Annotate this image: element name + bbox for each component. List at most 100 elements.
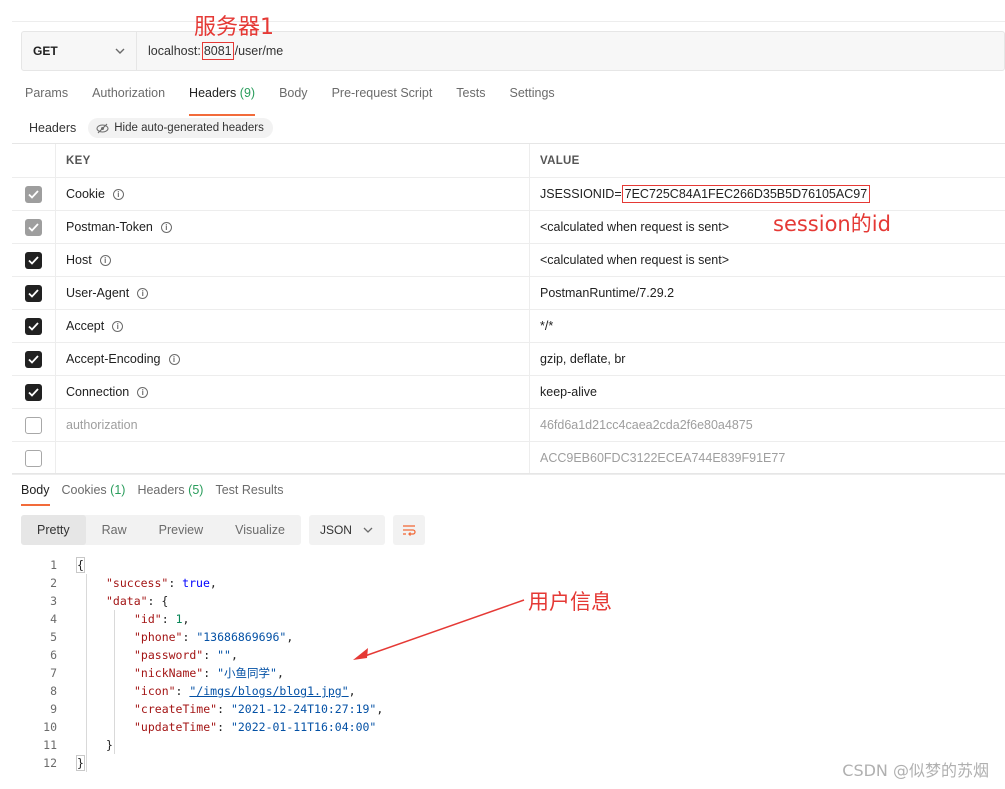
code-text: } [106, 738, 113, 752]
line-number: 6 [50, 648, 57, 662]
row-checkbox[interactable] [25, 383, 42, 401]
header-value[interactable]: <calculated when request is sent> [530, 211, 1005, 243]
tab-tests[interactable]: Tests [456, 86, 485, 108]
header-key[interactable]: Host i [56, 244, 530, 276]
info-icon[interactable]: i [99, 254, 111, 266]
code-text: "createTime": "2021-12-24T10:27:19", [134, 702, 384, 716]
resp-tab-test-results[interactable]: Test Results [215, 483, 283, 497]
view-pretty-button[interactable]: Pretty [21, 515, 86, 545]
response-toolbar: Pretty Raw Preview Visualize JSON [21, 515, 425, 545]
resp-tab-body[interactable]: Body [21, 483, 50, 506]
line-number: 9 [50, 702, 57, 716]
response-body-code[interactable]: 1{ 2 "success": true, 3 "data": { 4 "id": 1… [21, 556, 721, 772]
info-icon[interactable]: i [160, 221, 172, 233]
row-checkbox[interactable] [25, 350, 42, 368]
table-row: Accept-Encoding i gzip, deflate, br [12, 343, 1005, 376]
method-label: GET [33, 44, 58, 58]
tab-label: Body [21, 483, 50, 497]
value-text: */* [540, 319, 554, 333]
header-value[interactable]: PostmanRuntime/7.29.2 [530, 277, 1005, 309]
header-value[interactable]: */* [530, 310, 1005, 342]
tab-params[interactable]: Params [25, 86, 68, 108]
method-select[interactable]: GET [22, 32, 137, 70]
header-key[interactable] [56, 442, 530, 474]
url-port: 8081 [201, 42, 234, 60]
row-checkbox[interactable] [25, 185, 42, 203]
server-annotation: 服务器1 [194, 15, 274, 40]
value-text: <calculated when request is sent> [540, 220, 730, 234]
check-icon [28, 354, 39, 364]
value-text: ACC9EB60FDC3122ECEA744E839F91E77 [540, 451, 786, 465]
tab-settings[interactable]: Settings [509, 86, 554, 108]
info-icon[interactable]: i [112, 188, 124, 200]
headers-subheader: Headers Hide auto-generated headers [29, 118, 273, 138]
view-raw-button[interactable]: Raw [86, 515, 143, 545]
header-key[interactable]: Accept i [56, 310, 530, 342]
line-number: 1 [50, 558, 57, 572]
view-mode-segmented: Pretty Raw Preview Visualize [21, 515, 301, 545]
table-row: Accept i */* [12, 310, 1005, 343]
code-line: 12} [21, 754, 721, 772]
tab-count: (1) [110, 483, 126, 497]
header-value[interactable]: gzip, deflate, br [530, 343, 1005, 375]
view-preview-button[interactable]: Preview [143, 515, 219, 545]
format-label: JSON [319, 523, 352, 537]
key-text: Host [66, 253, 92, 267]
line-number: 7 [50, 666, 57, 680]
watermark: CSDN @似梦的苏烟 [842, 761, 989, 780]
header-key[interactable]: Postman-Token i [56, 211, 530, 243]
resp-tab-headers[interactable]: Headers (5) [137, 483, 203, 497]
key-text: Cookie [66, 187, 105, 201]
header-key[interactable]: Connection i [56, 376, 530, 408]
format-select[interactable]: JSON [308, 515, 385, 545]
header-key[interactable]: authorization [56, 409, 530, 441]
view-visualize-button[interactable]: Visualize [219, 515, 301, 545]
tab-label: Settings [509, 86, 555, 100]
header-key[interactable]: Accept-Encoding i [56, 343, 530, 375]
value-text: 46fd6a1d21cc4caea2cda2f6e80a4875 [540, 418, 753, 432]
info-icon[interactable]: i [137, 386, 149, 398]
response-tabs: Body Cookies (1) Headers (5) Test Result… [21, 483, 296, 506]
wrap-lines-button[interactable] [392, 515, 425, 545]
check-icon [28, 288, 39, 298]
key-column-header: KEY [56, 144, 530, 177]
info-icon[interactable]: i [137, 287, 149, 299]
info-icon[interactable]: i [168, 353, 180, 365]
check-icon [28, 387, 39, 397]
header-key[interactable]: Cookie i [56, 178, 530, 210]
line-number: 8 [50, 684, 57, 698]
url-host: localhost: [148, 44, 201, 58]
tab-authorization[interactable]: Authorization [92, 86, 165, 108]
header-value[interactable]: keep-alive [530, 376, 1005, 408]
header-value[interactable]: <calculated when request is sent> [530, 244, 1005, 276]
row-checkbox[interactable] [25, 251, 42, 269]
line-number: 4 [50, 612, 57, 626]
header-value[interactable]: JSESSIONID= 7EC725C84A1FEC266D35B5D76105A… [530, 178, 1005, 210]
code-line: 6 "password": "", [21, 646, 721, 664]
hide-auto-headers-button[interactable]: Hide auto-generated headers [88, 118, 273, 138]
header-key[interactable]: User-Agent i [56, 277, 530, 309]
row-checkbox[interactable] [25, 416, 42, 434]
value-text: keep-alive [540, 385, 597, 399]
row-checkbox[interactable] [25, 317, 42, 335]
code-line: 8 "icon": "/imgs/blogs/blog1.jpg", [21, 682, 721, 700]
resp-tab-cookies[interactable]: Cookies (1) [62, 483, 126, 497]
key-text: Accept-Encoding [66, 352, 161, 366]
info-icon[interactable]: i [112, 320, 124, 332]
line-number: 3 [50, 594, 57, 608]
tab-headers[interactable]: Headers (9) [189, 86, 256, 116]
tab-body[interactable]: Body [279, 86, 308, 108]
table-row: User-Agent i PostmanRuntime/7.29.2 [12, 277, 1005, 310]
table-row: Cookie i JSESSIONID= 7EC725C84A1FEC266D35B… [12, 178, 1005, 211]
code-text: "success": true, [106, 576, 217, 590]
header-value[interactable]: ACC9EB60FDC3122ECEA744E839F91E77 [530, 442, 1005, 474]
tab-label: Tests [456, 86, 486, 100]
url-path: /user/me [234, 44, 284, 58]
row-checkbox[interactable] [25, 284, 42, 302]
tab-pre-request-script[interactable]: Pre-request Script [332, 86, 433, 108]
row-checkbox[interactable] [25, 449, 42, 467]
line-number: 5 [50, 630, 57, 644]
row-checkbox[interactable] [25, 218, 42, 236]
line-number: 11 [43, 738, 57, 752]
header-value[interactable]: 46fd6a1d21cc4caea2cda2f6e80a4875 [530, 409, 1005, 441]
